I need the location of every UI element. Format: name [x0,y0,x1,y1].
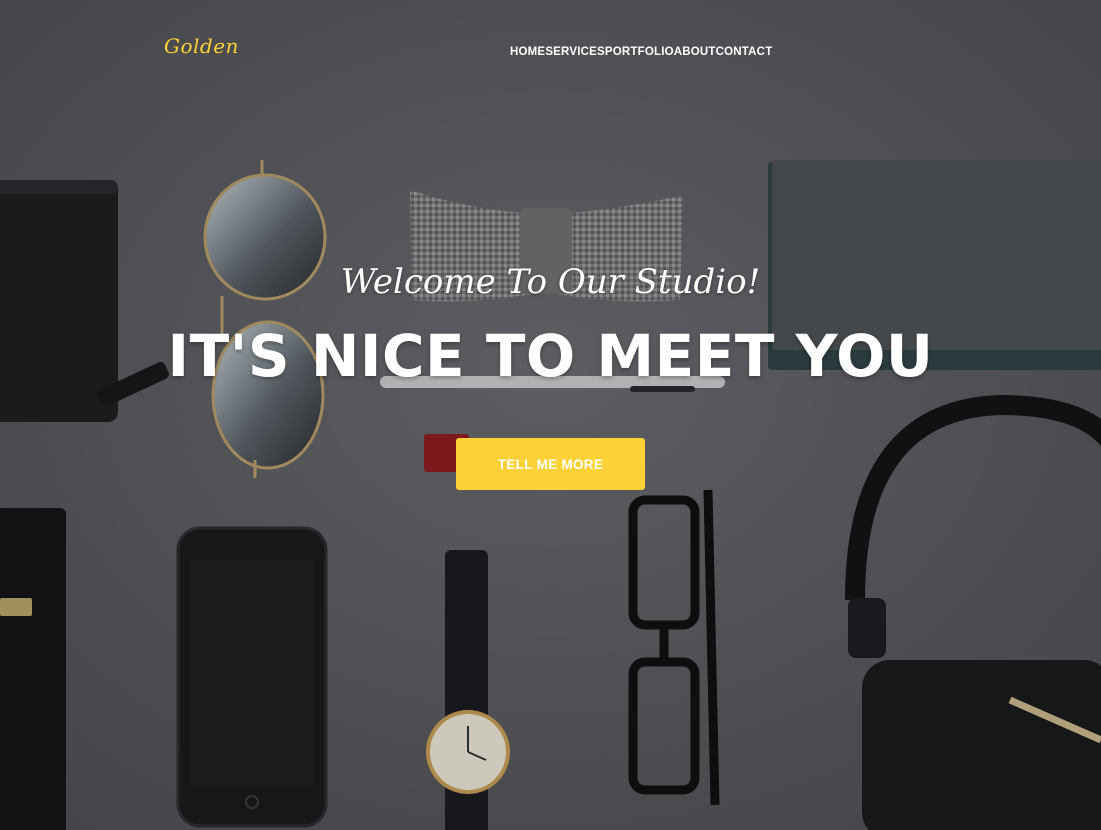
navbar: Golden HOME SERVICES PORTFOLIO ABOUT CON… [0,0,1101,98]
tell-me-more-button[interactable]: TELL ME MORE [456,438,645,490]
intro-lead-in: Welcome To Our Studio! [340,262,761,302]
nav-link-services[interactable]: SERVICES [545,46,605,58]
hero-background-image [0,0,1101,830]
intro-heading: IT'S NICE TO MEET YOU [167,322,934,390]
brand-logo[interactable]: Golden [164,34,239,58]
nav-link-portfolio[interactable]: PORTFOLIO [605,46,674,58]
nav-link-contact[interactable]: CONTACT [716,46,773,58]
nav-link-home[interactable]: HOME [510,46,545,58]
nav-links: HOME SERVICES PORTFOLIO ABOUT CONTACT [510,42,772,60]
nav-link-about[interactable]: ABOUT [674,46,716,58]
